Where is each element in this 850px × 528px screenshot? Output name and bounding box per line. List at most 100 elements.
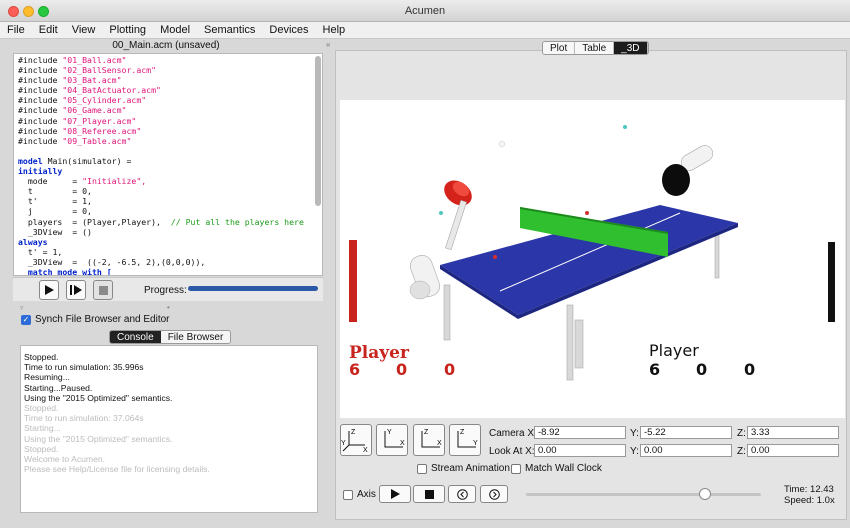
code-line: _3DView = (): [18, 226, 92, 237]
stop-button[interactable]: [93, 280, 113, 300]
tab-3d[interactable]: _3D: [614, 42, 648, 54]
step-forward-icon: [488, 488, 500, 500]
console-line: Starting...Paused.: [24, 382, 93, 393]
look-at-x-field[interactable]: 0.00: [534, 444, 626, 457]
synch-option[interactable]: ✓ Synch File Browser and Editor: [21, 314, 170, 325]
code-line: #include "03_Bat.acm": [18, 75, 122, 86]
window-title: Acumen: [404, 5, 446, 17]
menu-view[interactable]: View: [72, 24, 96, 36]
view-axis-xz-button[interactable]: Z X Y: [340, 424, 372, 456]
code-line: _3DView = ((-2, -6.5, 2),(0,0,0)),: [18, 256, 206, 267]
play-button[interactable]: [379, 485, 411, 503]
play-icon: [390, 489, 400, 499]
3d-scene: Player 6 0 0 Player 6 0 0: [349, 125, 835, 381]
right-player-score-2: 0: [744, 360, 755, 379]
code-line: t = 0,: [18, 186, 92, 197]
progress-track: [188, 286, 318, 291]
step-back-icon: [456, 488, 468, 500]
tab-console[interactable]: Console: [110, 331, 161, 343]
synch-checkbox[interactable]: ✓: [21, 314, 31, 325]
right-player-bat: [662, 145, 714, 196]
menu-edit[interactable]: Edit: [39, 24, 58, 36]
console-line: Stopped.: [24, 352, 59, 362]
ball-sensor: [493, 255, 497, 259]
svg-text:Y: Y: [473, 440, 478, 447]
console-line: Welcome to Acumen.: [24, 454, 106, 465]
console-tabs: Console File Browser: [109, 330, 232, 344]
camera-x-label: Camera X:: [489, 428, 537, 439]
step-icon: [70, 285, 82, 295]
camera-z-field[interactable]: 3.33: [747, 426, 839, 439]
time-slider-track[interactable]: [526, 488, 761, 500]
console-line: Starting...: [24, 423, 61, 434]
code-line: #include "07_Player.acm": [18, 115, 137, 126]
code-line: #include "08_Referee.acm": [18, 125, 142, 136]
console-line: Time to run simulation: 35.996s: [24, 362, 144, 373]
tab-table[interactable]: Table: [575, 42, 615, 54]
tab-file-browser[interactable]: File Browser: [160, 331, 231, 343]
svg-text:Z: Z: [351, 429, 356, 436]
stop-playback-button[interactable]: [413, 485, 445, 503]
svg-text:X: X: [437, 440, 442, 447]
3d-view[interactable]: Player 6 0 0 Player 6 0 0: [340, 100, 845, 418]
axes-yz-icon: ZY: [457, 429, 478, 448]
menu-semantics[interactable]: Semantics: [204, 24, 255, 36]
view-axis-xy-button[interactable]: YX: [376, 424, 408, 456]
view-axis-xz-front-button[interactable]: ZX: [413, 424, 445, 456]
console-line: Resuming...: [24, 372, 70, 383]
view-tabs: Plot Table _3D: [542, 41, 649, 55]
match-wall-clock-checkbox[interactable]: [511, 463, 521, 474]
stream-animation-checkbox[interactable]: [417, 463, 427, 474]
menu-help[interactable]: Help: [323, 24, 346, 36]
svg-text:X: X: [400, 440, 405, 447]
run-button[interactable]: [39, 280, 59, 300]
right-player-score-0: 6: [649, 360, 660, 379]
code-line: #include "05_Cylinder.acm": [18, 95, 147, 106]
synch-label: Synch File Browser and Editor: [35, 314, 170, 325]
console-line: Time to run simulation: 37.064s: [24, 413, 144, 424]
progress-fill: [188, 286, 318, 291]
stop-icon: [98, 285, 108, 295]
step-forward-button[interactable]: [480, 485, 508, 503]
svg-text:X: X: [363, 447, 368, 454]
axis-checkbox[interactable]: [343, 489, 353, 500]
look-at-y-label: Y:: [630, 446, 639, 457]
menu-file[interactable]: File: [7, 24, 25, 36]
look-at-z-label: Z:: [737, 446, 746, 457]
menu-model[interactable]: Model: [160, 24, 190, 36]
pane-divider-arrow[interactable]: «: [326, 40, 330, 49]
svg-text:Y: Y: [341, 440, 346, 447]
time-slider-thumb[interactable]: [698, 488, 711, 500]
look-at-z-field[interactable]: 0.00: [747, 444, 839, 457]
camera-x-field[interactable]: -8.92: [534, 426, 626, 439]
code-line: #include "09_Table.acm": [18, 135, 132, 146]
look-at-y-field[interactable]: 0.00: [640, 444, 732, 457]
look-at-x-label: Look At X:: [489, 446, 535, 457]
left-player-score-0: 6: [349, 360, 360, 379]
axis-option[interactable]: Axis: [343, 489, 376, 500]
code-line: j = 0,: [18, 206, 92, 217]
step-back-button[interactable]: [448, 485, 476, 503]
camera-y-field[interactable]: -5.22: [640, 426, 732, 439]
view-axis-yz-button[interactable]: ZY: [449, 424, 481, 456]
editor-scrollbar[interactable]: [315, 56, 321, 206]
code-lines: #include "01_Ball.acm" #include "02_BallS…: [18, 55, 318, 275]
code-editor[interactable]: #include "01_Ball.acm" #include "02_BallS…: [13, 53, 323, 276]
axes-xy-icon: YX: [384, 429, 405, 448]
stream-animation-option[interactable]: Stream Animation: [417, 463, 510, 474]
menu-devices[interactable]: Devices: [269, 24, 308, 36]
ball-marker: [623, 125, 627, 129]
match-wall-clock-option[interactable]: Match Wall Clock: [511, 463, 602, 474]
right-player-label: Player: [649, 341, 699, 360]
speed-readout: Speed: 1.0x: [784, 495, 835, 506]
step-button[interactable]: [66, 280, 86, 300]
code-line: #include "01_Ball.acm": [18, 55, 127, 65]
menu-plotting[interactable]: Plotting: [109, 24, 146, 36]
code-line: #include "04_BatActuator.acm": [18, 85, 161, 96]
left-score-bar: [349, 240, 357, 322]
splitter-dot[interactable]: •: [167, 303, 170, 312]
tab-plot[interactable]: Plot: [543, 42, 576, 54]
code-line: players = (Player,Player), // Put all th…: [18, 216, 304, 227]
editor-title: 00_Main.acm (unsaved): [112, 40, 220, 51]
splitter-handle[interactable]: ▿: [20, 304, 24, 312]
